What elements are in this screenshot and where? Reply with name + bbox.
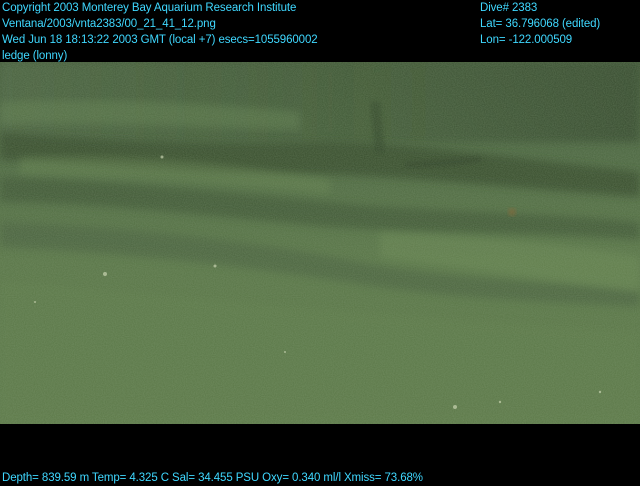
- latitude-text: Lat= 36.796068 (edited): [480, 18, 601, 30]
- seafloor-image: [0, 62, 640, 424]
- copyright-text: Copyright 2003 Monterey Bay Aquarium Res…: [2, 2, 297, 14]
- sensor-readout: Depth= 839.59 m Temp= 4.325 C Sal= 34.45…: [2, 472, 423, 484]
- image-path-text: Ventana/2003/vnta2383/00_21_41_12.png: [2, 18, 216, 30]
- header-left-info: Copyright 2003 Monterey Bay Aquarium Res…: [2, 0, 318, 64]
- longitude-text: Lon= -122.000509: [480, 34, 573, 46]
- timestamp-text: Wed Jun 18 18:13:22 2003 GMT (local +7) …: [2, 34, 318, 46]
- dive-number-text: Dive# 2383: [480, 2, 538, 14]
- video-frame: Copyright 2003 Monterey Bay Aquarium Res…: [0, 0, 640, 486]
- header-right-info: Dive# 2383 Lat= 36.796068 (edited) Lon= …: [480, 0, 600, 48]
